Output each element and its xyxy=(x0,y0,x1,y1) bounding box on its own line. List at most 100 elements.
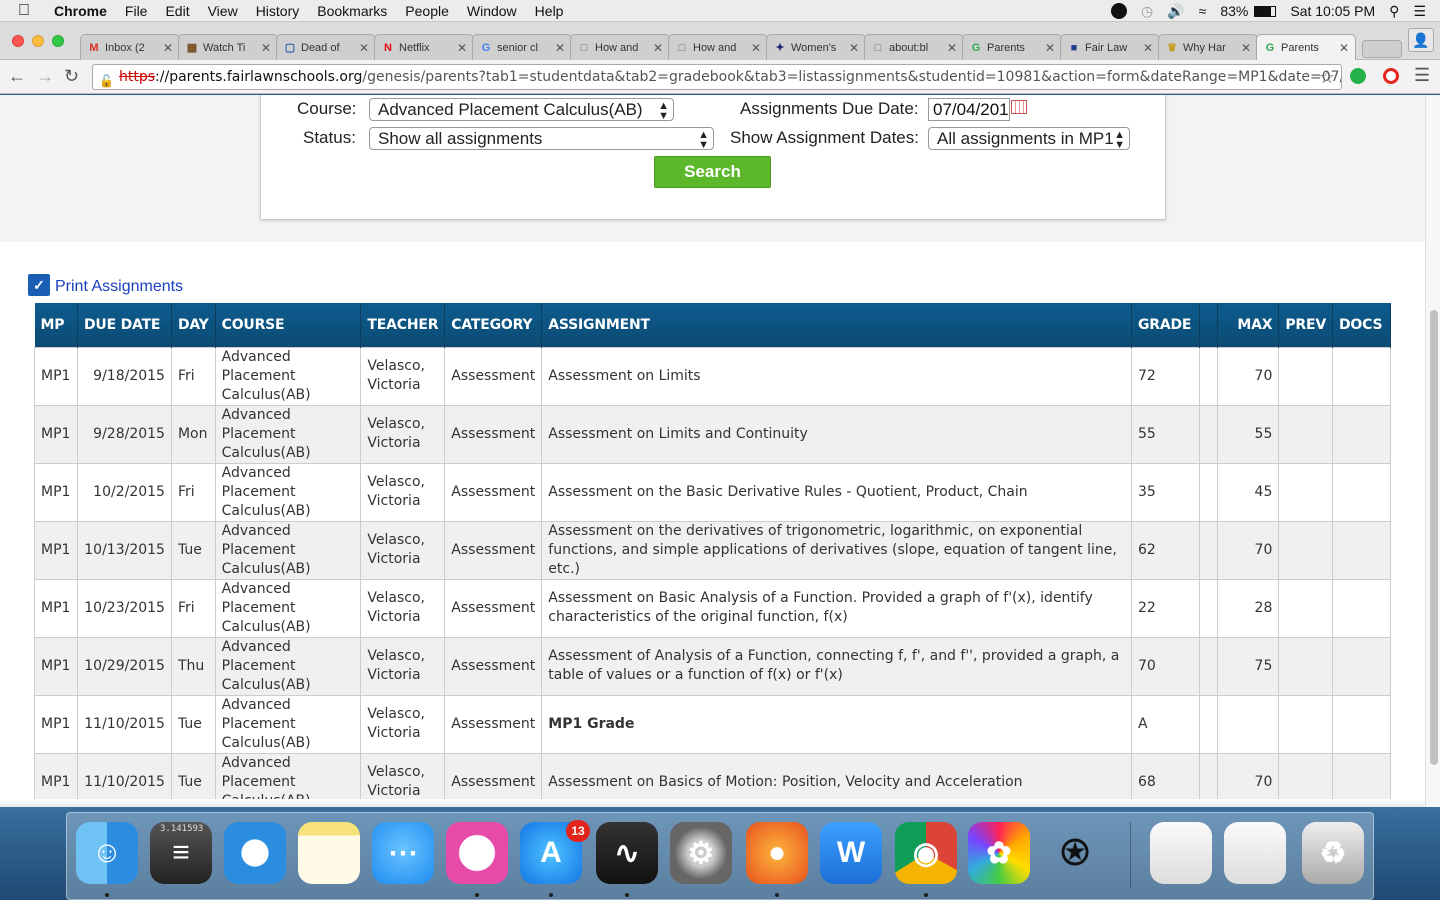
browser-tab[interactable]: □ about:bl ✕ xyxy=(864,34,964,60)
col-header-due-date[interactable]: DUE DATE xyxy=(77,303,172,347)
print-assignments[interactable]: ✓ Print Assignments xyxy=(28,274,183,296)
browser-tab[interactable]: ✦ Women's ✕ xyxy=(766,34,866,60)
spotlight-icon[interactable]: ⚲ xyxy=(1389,3,1399,20)
trash-icon[interactable]: ♻ xyxy=(1302,822,1364,884)
profile-icon[interactable]: 👤 xyxy=(1408,28,1434,52)
battery-percent[interactable]: 83% xyxy=(1220,3,1248,19)
scrollbar-thumb[interactable] xyxy=(1430,310,1438,765)
safari-icon[interactable]: ❃ xyxy=(224,822,286,884)
tab-close-icon[interactable]: ✕ xyxy=(751,41,761,55)
table-row[interactable]: MP1 9/18/2015 Fri Advanced Placement Calcul… xyxy=(34,346,1391,406)
clock[interactable]: Sat 10:05 PM xyxy=(1290,3,1375,19)
battery-icon[interactable] xyxy=(1254,5,1277,17)
col-header-category[interactable]: CATEGORY xyxy=(444,303,543,347)
status-select[interactable]: Show all assignments ▲ ▼ xyxy=(369,127,714,150)
col-header-max[interactable]: MAX xyxy=(1217,303,1280,347)
menu-view[interactable]: View xyxy=(208,3,238,19)
menu-help[interactable]: Help xyxy=(535,3,564,19)
browser-tab[interactable]: □ How and ✕ xyxy=(668,34,768,60)
status-drop-icon[interactable] xyxy=(1110,3,1127,19)
tab-close-icon[interactable]: ✕ xyxy=(555,41,565,55)
calendar-icon[interactable] xyxy=(1011,100,1027,114)
menu-bookmarks[interactable]: Bookmarks xyxy=(317,3,387,19)
col-header-course[interactable]: COURSE xyxy=(215,303,362,347)
bookmark-star-icon[interactable]: ☆ xyxy=(1319,66,1335,89)
chrome-icon[interactable]: ◉ xyxy=(895,822,957,884)
apple-menu-icon[interactable]:  xyxy=(18,2,38,20)
word-icon[interactable]: W xyxy=(820,822,882,884)
pdf-icon[interactable]: ✓ xyxy=(28,274,50,296)
itunes-icon[interactable]: ♫ xyxy=(446,822,508,884)
menu-window[interactable]: Window xyxy=(467,3,517,19)
window-thumbnail-icon[interactable] xyxy=(1224,822,1286,884)
table-row[interactable]: MP1 10/23/2015 Fri Advanced Placement Calcu… xyxy=(34,578,1391,638)
tab-close-icon[interactable]: ✕ xyxy=(163,41,173,55)
wifi-icon[interactable]: ≈ xyxy=(1199,3,1207,19)
minimize-window-button[interactable] xyxy=(32,35,44,47)
chrome-menu-icon[interactable]: ☰ xyxy=(1414,65,1430,86)
podcast-capture-icon[interactable]: ⍟ xyxy=(1044,822,1106,884)
browser-tab[interactable]: □ How and ✕ xyxy=(570,34,670,60)
show-dates-select[interactable]: All assignments in MP1 ▲ ▼ xyxy=(928,127,1130,150)
tab-close-icon[interactable]: ✕ xyxy=(849,41,859,55)
table-row[interactable]: MP1 10/13/2015 Tue Advanced Placement Calcu… xyxy=(34,520,1391,580)
page-scrollbar[interactable] xyxy=(1425,95,1440,807)
tab-close-icon[interactable]: ✕ xyxy=(1045,41,1055,55)
browser-tab[interactable]: Gsenior cl ✕ xyxy=(472,34,572,60)
browser-tab[interactable]: N Netflix ✕ xyxy=(374,34,474,60)
tab-close-icon[interactable]: ✕ xyxy=(1241,41,1251,55)
browser-tab[interactable]: M Inbox (2 ✕ xyxy=(80,34,180,60)
menu-app-name[interactable]: Chrome xyxy=(54,3,107,19)
col-header-prev[interactable]: PREV xyxy=(1278,303,1334,347)
browser-tab[interactable]: ■ Fair Law ✕ xyxy=(1060,34,1160,60)
print-assignments-link[interactable]: Print Assignments xyxy=(55,278,183,296)
col-header-docs[interactable]: DOCS xyxy=(1332,303,1391,347)
course-select[interactable]: Advanced Placement Calculus(AB) ▲ ▼ xyxy=(369,98,674,121)
menu-history[interactable]: History xyxy=(256,3,300,19)
search-button[interactable]: Search xyxy=(654,156,771,188)
menu-file[interactable]: File xyxy=(125,3,148,19)
menu-people[interactable]: People xyxy=(405,3,449,19)
close-window-button[interactable] xyxy=(12,35,24,47)
activity-monitor-icon[interactable]: ∿ xyxy=(596,822,658,884)
opera-extension-icon[interactable] xyxy=(1383,68,1399,84)
finder-icon[interactable]: ☺ xyxy=(76,822,138,884)
extension-green-icon[interactable] xyxy=(1350,68,1366,84)
zoom-window-button[interactable] xyxy=(52,35,64,47)
window-thumbnail-icon[interactable] xyxy=(1150,822,1212,884)
forward-arrow-icon[interactable]: → xyxy=(36,66,54,87)
browser-tab[interactable]: G Parents ✕ xyxy=(1256,34,1356,60)
firefox-icon[interactable]: ● xyxy=(746,822,808,884)
browser-tab[interactable]: ▦ Watch Ti ✕ xyxy=(178,34,278,60)
reload-icon[interactable]: ↻ xyxy=(64,66,79,87)
col-header-assignment[interactable]: ASSIGNMENT xyxy=(541,303,1132,347)
tab-close-icon[interactable]: ✕ xyxy=(457,41,467,55)
browser-tab[interactable]: ▢ Dead of ✕ xyxy=(276,34,376,60)
tab-close-icon[interactable]: ✕ xyxy=(261,41,271,55)
due-date-input[interactable]: 07/04/2016 xyxy=(928,98,1010,121)
volume-icon[interactable]: 🔊 xyxy=(1167,3,1184,20)
tab-close-icon[interactable]: ✕ xyxy=(359,41,369,55)
tab-close-icon[interactable]: ✕ xyxy=(1143,41,1153,55)
table-row[interactable]: MP1 10/2/2015 Fri Advanced Placement Calcul… xyxy=(34,462,1391,522)
photos-icon[interactable]: ✿ xyxy=(968,822,1030,884)
new-tab-button[interactable] xyxy=(1362,40,1402,58)
messages-icon[interactable]: ⋯ xyxy=(372,822,434,884)
notes-icon[interactable] xyxy=(298,822,360,884)
time-machine-icon[interactable]: ◷ xyxy=(1141,3,1153,20)
table-row[interactable]: MP1 9/28/2015 Mon Advanced Placement Calcul… xyxy=(34,404,1391,464)
address-bar[interactable]: 🔓 https://parents.fairlawnschools.org/ge… xyxy=(92,64,1342,90)
browser-tab[interactable]: G Parents ✕ xyxy=(962,34,1062,60)
col-header-mp[interactable]: MP xyxy=(34,303,78,347)
notification-center-icon[interactable]: ☰ xyxy=(1413,3,1426,20)
tab-close-icon[interactable]: ✕ xyxy=(1339,41,1349,55)
col-header-teacher[interactable]: TEACHER xyxy=(360,303,446,347)
menu-edit[interactable]: Edit xyxy=(165,3,189,19)
col-header-grade[interactable]: GRADE xyxy=(1131,303,1200,347)
tab-close-icon[interactable]: ✕ xyxy=(653,41,663,55)
back-arrow-icon[interactable]: ← xyxy=(8,66,26,87)
table-row[interactable]: MP1 10/29/2015 Thu Advanced Placement Calcu… xyxy=(34,636,1391,696)
system-preferences-icon[interactable]: ⚙ xyxy=(670,822,732,884)
col-header-day[interactable]: DAY xyxy=(171,303,216,347)
tab-close-icon[interactable]: ✕ xyxy=(947,41,957,55)
